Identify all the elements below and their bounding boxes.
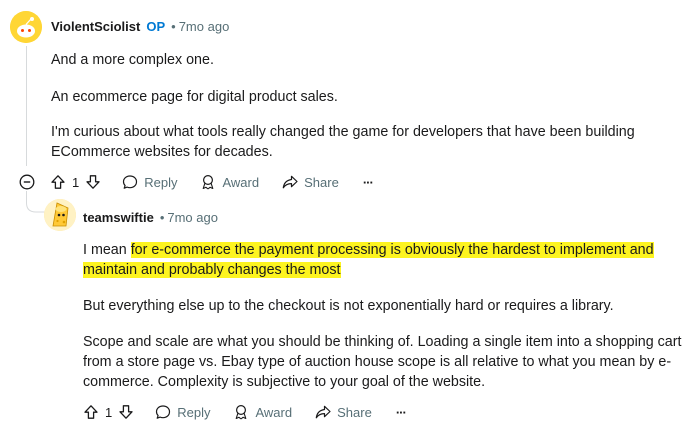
highlighted-text-line-1: for e-commerce the payment processing is… bbox=[130, 242, 654, 258]
avatar-teamswiftie[interactable] bbox=[44, 199, 76, 231]
comment-1-header: ViolentSciolist OP • 7mo ago bbox=[51, 19, 229, 34]
collapse-thread-button[interactable] bbox=[19, 174, 35, 190]
reply-icon bbox=[123, 175, 138, 189]
share-label: Share bbox=[304, 174, 339, 190]
vote-count: 1 bbox=[72, 174, 80, 190]
vote-count: 1 bbox=[105, 404, 113, 420]
downvote-button[interactable] bbox=[118, 404, 134, 420]
reply-label: Reply bbox=[177, 404, 211, 420]
comment-2-paragraph-2: But everything else up to the checkout i… bbox=[83, 298, 614, 314]
comment-1-action-bar: 1 Reply Award Share ··· bbox=[50, 172, 374, 192]
more-options-button[interactable]: ··· bbox=[395, 404, 407, 420]
comment-2-action-bar: 1 Reply Award Share ··· bbox=[83, 402, 407, 422]
reply-icon bbox=[156, 405, 171, 419]
avatar-violentsciolist[interactable] bbox=[10, 11, 42, 43]
reply-button[interactable]: Reply bbox=[155, 404, 210, 420]
more-options-button[interactable]: ··· bbox=[362, 174, 374, 190]
comment-2-paragraph-1-line-1: I mean for e-commerce the payment proces… bbox=[83, 240, 654, 260]
comment-2-paragraph-3-line-3: commerce. Complexity is subjective to yo… bbox=[83, 374, 486, 390]
comment-1-paragraph-3-line-1: I'm curious about what tools really chan… bbox=[51, 124, 635, 140]
award-icon bbox=[236, 404, 247, 420]
share-button[interactable]: Share bbox=[282, 174, 339, 190]
reply-button[interactable]: Reply bbox=[122, 174, 177, 190]
highlighted-text-line-2: maintain and probably changes the most bbox=[83, 262, 341, 278]
comment-1-time[interactable]: 7mo ago bbox=[179, 19, 230, 34]
comment-2-time[interactable]: 7mo ago bbox=[167, 210, 218, 225]
comment-1-paragraph-2: An ecommerce page for digital product sa… bbox=[51, 89, 338, 105]
share-icon bbox=[315, 405, 331, 419]
award-icon bbox=[203, 174, 214, 190]
comment-2-paragraph-3-line-1: Scope and scale are what you should be t… bbox=[83, 334, 682, 350]
separator-dot: • bbox=[159, 210, 165, 225]
upvote-button[interactable] bbox=[83, 404, 99, 420]
more-icon: ··· bbox=[395, 404, 407, 420]
award-button[interactable]: Award bbox=[233, 404, 292, 420]
username-teamswiftie[interactable]: teamswiftie bbox=[83, 210, 154, 225]
comment-1-paragraph-1: And a more complex one. bbox=[51, 52, 214, 68]
more-icon: ··· bbox=[362, 174, 374, 190]
username-violentsciolist[interactable]: ViolentSciolist bbox=[51, 19, 140, 34]
upvote-button[interactable] bbox=[50, 174, 66, 190]
comment-2-paragraph-3-line-2: from a store page vs. Ebay type of aucti… bbox=[83, 354, 672, 370]
comment-2-prefix: I mean bbox=[83, 242, 131, 258]
share-icon bbox=[282, 175, 298, 189]
award-label: Award bbox=[255, 404, 293, 420]
comment-2-paragraph-1-line-2: maintain and probably changes the most bbox=[83, 260, 341, 280]
award-button[interactable]: Award bbox=[200, 174, 259, 190]
collapse-icon bbox=[19, 174, 35, 190]
upvote-icon bbox=[51, 175, 65, 189]
share-button[interactable]: Share bbox=[315, 404, 372, 420]
downvote-button[interactable] bbox=[85, 174, 101, 190]
comment-1-paragraph-3-line-2: ECommerce websites for decades. bbox=[51, 144, 273, 160]
reply-label: Reply bbox=[144, 174, 178, 190]
share-label: Share bbox=[337, 404, 372, 420]
cheese-avatar-icon bbox=[44, 199, 76, 231]
comment-2-header: teamswiftie • 7mo ago bbox=[83, 210, 218, 225]
award-label: Award bbox=[222, 174, 260, 190]
downvote-icon bbox=[86, 175, 100, 189]
snoo-avatar-icon bbox=[10, 11, 42, 43]
op-badge: OP bbox=[146, 19, 166, 34]
downvote-icon bbox=[119, 405, 133, 419]
thread-line-comment-1[interactable] bbox=[26, 46, 27, 166]
upvote-icon bbox=[84, 405, 98, 419]
separator-dot: • bbox=[171, 19, 176, 34]
